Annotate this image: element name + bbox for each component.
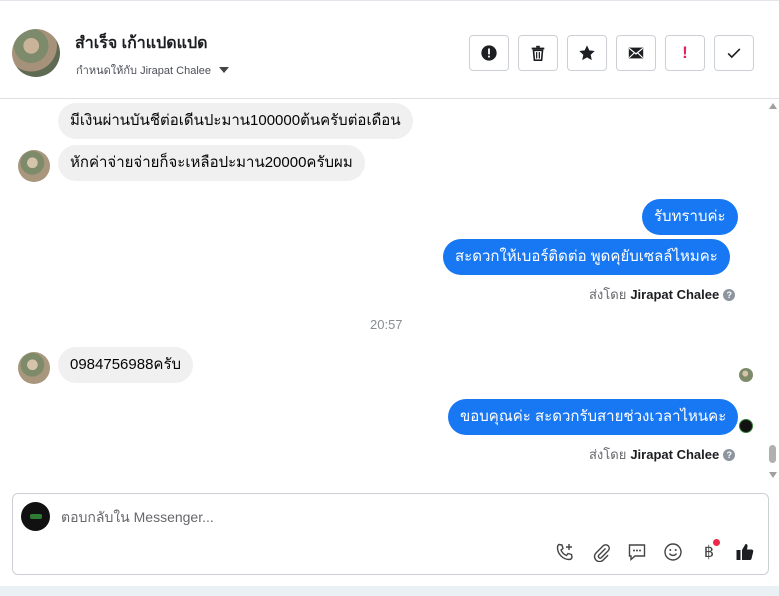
conversation-header: สำเร็จ เก้าแปดแปด กำหนดให้กับ Jirapat Ch… (0, 0, 779, 99)
attach-button[interactable] (590, 541, 612, 563)
mark-done-button[interactable] (714, 35, 754, 71)
thread-scrollbar[interactable] (766, 99, 779, 484)
notification-dot (713, 539, 720, 546)
phone-add-icon (556, 543, 573, 561)
scroll-up-arrow-icon[interactable] (769, 103, 777, 109)
thumbs-up-icon (736, 544, 754, 560)
alert-circle-icon (481, 45, 497, 61)
inbox-conversation: สำเร็จ เก้าแปดแปด กำหนดให้กับ Jirapat Ch… (0, 0, 779, 596)
incoming-message[interactable]: มีเงินผ่านบันชีต่อเดีนปะมาน100000ต้นครับ… (58, 103, 413, 139)
envelope-icon (628, 47, 644, 59)
check-icon (727, 48, 741, 59)
contact-avatar-small (18, 150, 50, 182)
sent-by-prefix: ส่งโดย (589, 447, 627, 462)
assignee-dropdown[interactable]: กำหนดให้กับ Jirapat Chalee (76, 61, 230, 79)
seen-avatar-contact (739, 368, 753, 382)
like-button[interactable] (734, 541, 756, 563)
chevron-down-icon (219, 67, 230, 73)
help-icon[interactable]: ? (723, 448, 736, 461)
baht-icon: ฿ (703, 544, 715, 561)
emoji-button[interactable] (662, 541, 684, 563)
sent-by-prefix: ส่งโดย (589, 287, 627, 302)
smiley-icon (664, 543, 682, 561)
sent-by-label: ส่งโดย Jirapat Chalee ? (589, 284, 736, 305)
page-avatar (21, 502, 50, 531)
seen-avatar-page (739, 419, 753, 433)
header-actions: ! (469, 35, 754, 71)
time-separator: 20:57 (370, 317, 403, 332)
sent-by-label: ส่งโดย Jirapat Chalee ? (589, 444, 736, 465)
reply-composer: ฿ (12, 493, 769, 575)
composer-tools: ฿ (554, 539, 756, 563)
assignee-label: กำหนดให้กับ Jirapat Chalee (76, 65, 212, 77)
scrollbar-thumb[interactable] (769, 445, 776, 463)
contact-avatar-small (18, 352, 50, 384)
exclamation-icon: ! (682, 43, 688, 62)
chat-bubble-icon (628, 544, 646, 562)
payment-button[interactable]: ฿ (698, 539, 720, 563)
bottom-band (0, 586, 779, 596)
outgoing-message[interactable]: สะดวกให้เบอร์ติดต่อ พูดคุยับเซลล์ไหมคะ (443, 239, 730, 275)
outgoing-message[interactable]: ขอบคุณค่ะ สะดวกรับสายช่วงเวลาไหนคะ (448, 399, 739, 435)
phone-add-button[interactable] (554, 541, 576, 563)
star-icon (579, 45, 595, 61)
paperclip-icon (593, 544, 610, 562)
help-icon[interactable]: ? (723, 288, 736, 301)
mark-unread-button[interactable] (616, 35, 656, 71)
incoming-message[interactable]: 0984756988ครับ (58, 347, 194, 383)
follow-up-button[interactable]: ! (665, 35, 705, 71)
delete-button[interactable] (518, 35, 558, 71)
sender-name: Jirapat Chalee (630, 447, 720, 462)
contact-name[interactable]: สำเร็จ เก้าแปดแปด (75, 31, 208, 56)
contact-avatar[interactable] (12, 29, 60, 77)
outgoing-message[interactable]: รับทราบค่ะ (642, 199, 738, 235)
scroll-down-arrow-icon[interactable] (769, 472, 777, 478)
reply-input[interactable] (61, 509, 661, 525)
mark-spam-button[interactable] (469, 35, 509, 71)
message-thread[interactable]: มีเงินผ่านบันชีต่อเดีนปะมาน100000ต้นครับ… (0, 99, 768, 484)
sender-name: Jirapat Chalee (630, 287, 720, 302)
star-button[interactable] (567, 35, 607, 71)
incoming-message[interactable]: หักค่าจ่ายจ่ายก็จะเหลือปะมาน20000ครับผม (58, 145, 365, 181)
saved-replies-button[interactable] (626, 541, 648, 563)
trash-icon (531, 45, 545, 62)
